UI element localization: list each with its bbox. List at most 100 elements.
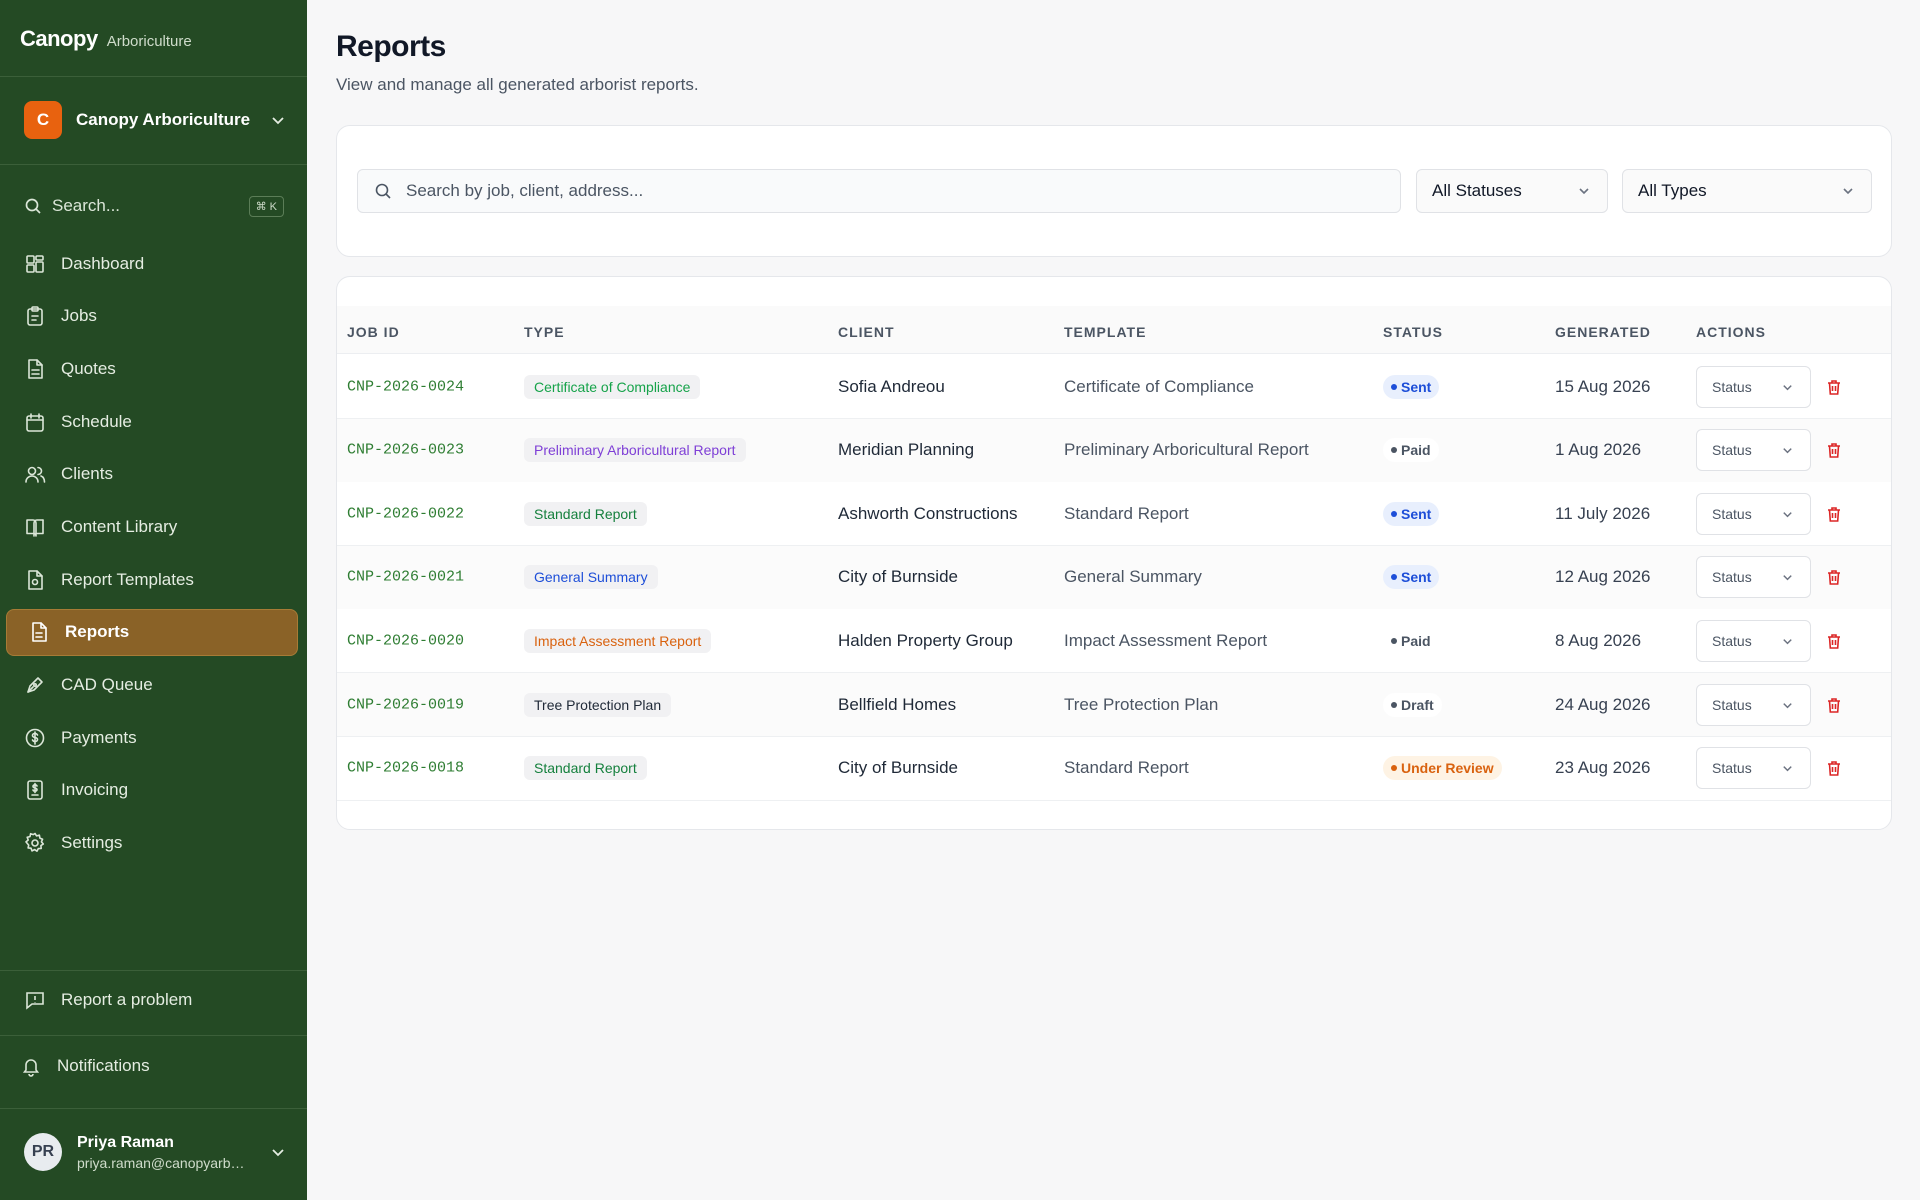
user-menu[interactable]: PR Priya Raman priya.raman@canopyarboric…: [24, 1133, 286, 1171]
status-filter-select[interactable]: All Statuses: [1416, 169, 1608, 213]
search-icon: [25, 198, 41, 214]
sidebar-nav: Dashboard Jobs Quotes Schedule Clients Conten…: [6, 240, 298, 872]
status-dropdown-button[interactable]: Status: [1696, 747, 1811, 790]
sidebar-item-label: CAD Queue: [61, 675, 153, 694]
table-row[interactable]: CNP-2026-0023 Preliminary Arboricultural …: [337, 418, 1891, 483]
job-id-link[interactable]: CNP-2026-0023: [347, 442, 464, 459]
generated-date: 11 July 2026: [1555, 503, 1651, 523]
divider: [0, 164, 307, 165]
client-name: Halden Property Group: [838, 630, 1013, 650]
table-header: JOB ID TYPE CLIENT TEMPLATE STATUS GENER…: [337, 306, 1891, 354]
sidebar: Canopy Arboriculture C Canopy Arboricult…: [0, 0, 307, 1200]
column-header-client[interactable]: CLIENT: [838, 324, 895, 340]
notifications-button[interactable]: Notifications: [20, 1055, 150, 1077]
trash-icon[interactable]: [1825, 441, 1843, 459]
job-id-link[interactable]: CNP-2026-0022: [347, 505, 464, 522]
generated-date: 23 Aug 2026: [1555, 758, 1651, 778]
sidebar-item-payments[interactable]: Payments: [6, 714, 298, 761]
sidebar-item-dashboard[interactable]: Dashboard: [6, 240, 298, 287]
sidebar-item-label: Jobs: [61, 306, 97, 326]
sidebar-item-schedule[interactable]: Schedule: [6, 398, 298, 445]
sidebar-item-quotes[interactable]: Quotes: [6, 345, 298, 392]
status-dropdown-button[interactable]: Status: [1696, 365, 1811, 408]
chevron-down-icon: [1579, 188, 1589, 195]
table-row[interactable]: CNP-2026-0019 Tree Protection Plan Bellfie…: [337, 673, 1891, 737]
status-dropdown-button[interactable]: Status: [1696, 619, 1811, 662]
sidebar-item-content-library[interactable]: Content Library: [6, 503, 298, 550]
divider: [0, 1035, 307, 1036]
chevron-down-icon: [1783, 511, 1792, 518]
org-switcher[interactable]: C Canopy Arboriculture: [24, 101, 286, 139]
column-header-generated[interactable]: GENERATED: [1555, 324, 1651, 340]
trash-icon[interactable]: [1825, 505, 1843, 523]
chevron-down-icon: [1783, 384, 1792, 390]
brand-name: Canopy: [20, 26, 98, 51]
status-dropdown-button[interactable]: Status: [1696, 683, 1811, 726]
divider: [0, 1108, 307, 1109]
table-row[interactable]: CNP-2026-0020 Impact Assessment Report Hal…: [337, 609, 1891, 674]
job-id-link[interactable]: CNP-2026-0018: [347, 760, 464, 777]
client-name: City of Burnside: [838, 758, 958, 778]
invoice-icon: [27, 780, 43, 801]
avatar: PR: [24, 1133, 62, 1171]
sidebar-item-cad-queue[interactable]: CAD Queue: [6, 662, 298, 709]
status-badge: Sent: [1383, 565, 1440, 590]
column-header-template[interactable]: TEMPLATE: [1064, 324, 1146, 340]
trash-icon[interactable]: [1825, 759, 1843, 777]
report-icon: [32, 622, 47, 643]
sidebar-item-jobs[interactable]: Jobs: [6, 293, 298, 340]
trash-icon[interactable]: [1825, 632, 1843, 650]
template-name: Impact Assessment Report: [1064, 630, 1268, 650]
job-id-link[interactable]: CNP-2026-0021: [347, 569, 464, 586]
column-header-status[interactable]: STATUS: [1383, 324, 1443, 340]
table-row[interactable]: CNP-2026-0022 Standard Report Ashworth Con…: [337, 482, 1891, 547]
trash-icon[interactable]: [1825, 378, 1843, 396]
status-badge: Paid: [1383, 628, 1439, 653]
search-icon: [375, 183, 391, 199]
sidebar-item-label: Payments: [61, 727, 137, 747]
type-badge: Certificate of Compliance: [524, 374, 701, 399]
type-badge: Standard Report: [524, 756, 647, 781]
job-id-link[interactable]: CNP-2026-0020: [347, 632, 464, 649]
template-name: Certificate of Compliance: [1064, 376, 1254, 396]
status-dropdown-button[interactable]: Status: [1696, 556, 1811, 599]
sidebar-item-settings[interactable]: Settings: [6, 820, 298, 867]
document-icon: [28, 359, 43, 379]
client-name: Meridian Planning: [838, 440, 975, 460]
table-row[interactable]: CNP-2026-0021 General Summary City of Burn…: [337, 545, 1891, 610]
divider: [0, 970, 307, 971]
trash-icon[interactable]: [1825, 696, 1843, 714]
dollar-circle-icon: [25, 728, 45, 747]
column-header-job-id[interactable]: JOB ID: [347, 324, 400, 340]
sidebar-item-reports[interactable]: Reports: [6, 608, 298, 656]
status-dropdown-button[interactable]: Status: [1696, 492, 1811, 535]
table-row[interactable]: CNP-2026-0024 Certificate of Compliance So…: [337, 355, 1891, 419]
sidebar-item-label: Content Library: [61, 516, 178, 536]
status-dropdown-label: Status: [1712, 632, 1752, 649]
status-dropdown-button[interactable]: Status: [1696, 429, 1811, 472]
sidebar-item-report-templates[interactable]: Report Templates: [6, 556, 298, 603]
sidebar-item-label: Clients: [61, 464, 113, 484]
job-id-link[interactable]: CNP-2026-0019: [347, 696, 464, 713]
type-badge: Preliminary Arboricultural Report: [524, 438, 746, 463]
sidebar-search[interactable]: Search... ⌘ K: [24, 193, 284, 219]
sidebar-item-label: Settings: [61, 833, 123, 853]
chevron-down-icon: [1783, 639, 1792, 645]
brand[interactable]: Canopy Arboriculture: [20, 26, 192, 52]
type-filter-select[interactable]: All Types: [1622, 169, 1872, 213]
sidebar-item-invoicing[interactable]: Invoicing: [6, 767, 298, 814]
brand-subtitle: Arboriculture: [106, 33, 192, 50]
book-icon: [26, 519, 44, 537]
table-row[interactable]: CNP-2026-0018 Standard Report City of Burn…: [337, 736, 1891, 801]
template-name: Tree Protection Plan: [1064, 694, 1219, 714]
divider: [0, 76, 307, 77]
template-name: Standard Report: [1064, 503, 1189, 523]
chevron-down-icon: [1843, 188, 1853, 195]
bell-icon: [22, 1059, 40, 1077]
trash-icon[interactable]: [1825, 568, 1843, 586]
sidebar-item-clients[interactable]: Clients: [6, 451, 298, 498]
search-input[interactable]: [406, 181, 1366, 201]
report-problem-button[interactable]: Report a problem: [24, 989, 192, 1011]
job-id-link[interactable]: CNP-2026-0024: [347, 378, 464, 395]
column-header-type[interactable]: TYPE: [524, 324, 565, 340]
